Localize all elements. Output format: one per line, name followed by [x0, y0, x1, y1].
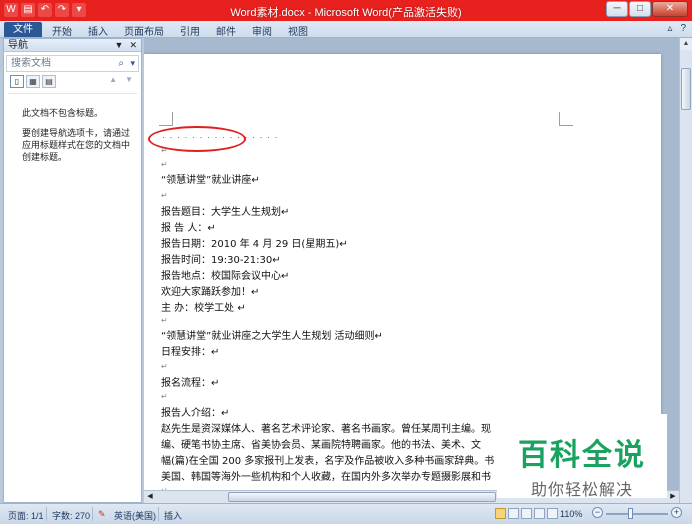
nav-no-headings-message: 此文档不包含标题。	[22, 108, 104, 118]
nav-view-tabs: ▯ ▦ ▤ ▲ ▼	[10, 75, 135, 90]
paragraph-mark: ↵	[161, 146, 168, 155]
paragraph-mark: ↵	[161, 316, 168, 325]
zoom-level[interactable]: 110%	[560, 509, 582, 519]
tab-insert[interactable]: 插入	[88, 23, 108, 38]
tab-mailings[interactable]: 邮件	[216, 23, 236, 38]
doc-line: “领慧讲堂”就业讲座之大学生人生规划 活动细则↵	[161, 331, 383, 342]
minimize-button[interactable]: ─	[606, 1, 628, 17]
proofing-icon[interactable]: ✎	[98, 509, 106, 520]
search-dropdown-icon[interactable]: ▾	[130, 56, 135, 71]
tab-home[interactable]: 开始	[52, 23, 72, 38]
pages-view-icon[interactable]: ▦	[26, 75, 40, 88]
doc-line: 报告时间：19:30-21:30↵	[161, 255, 281, 266]
status-divider	[158, 507, 159, 521]
outline-view-icon[interactable]	[534, 508, 545, 519]
previous-arrow-icon[interactable]: ▲	[109, 75, 117, 84]
navigation-pane: 导航 ▼ ✕ 搜索文档 ⌕ ▾ ▯ ▦ ▤ ▲ ▼ 此文档不包含标题。 要创建导…	[3, 38, 142, 503]
view-buttons	[495, 508, 558, 519]
horizontal-scroll-thumb[interactable]	[228, 492, 496, 502]
doc-line: 报告地点：校国际会议中心↵	[161, 271, 290, 282]
zoom-out-button[interactable]: −	[592, 507, 603, 518]
nav-search-input[interactable]: 搜索文档 ⌕ ▾	[6, 55, 139, 72]
doc-line: 日程安排：↵	[161, 347, 220, 358]
doc-line: 报 告 人：↵	[161, 223, 216, 234]
doc-line: 报告人介绍：↵	[161, 408, 230, 419]
tab-file[interactable]: 文件	[4, 22, 42, 37]
doc-line: “领慧讲堂”就业讲座↵	[161, 175, 260, 186]
tab-view[interactable]: 视图	[288, 23, 308, 38]
doc-line: 报告日期：2010 年 4 月 29 日(星期五)↵	[161, 239, 348, 250]
draft-view-icon[interactable]	[547, 508, 558, 519]
nav-divider	[8, 93, 137, 94]
ribbon-tab-bar: 文件 开始 插入 页面布局 引用 邮件 审阅 视图 ▵ ?	[0, 21, 692, 38]
nav-close-icon[interactable]: ✕	[129, 39, 137, 52]
paragraph-mark: ↵	[161, 392, 168, 401]
nav-options-dropdown-icon[interactable]: ▼	[115, 39, 124, 52]
doc-line: 报告题目：大学生人生规划↵	[161, 207, 290, 218]
ribbon-tabs: 开始 插入 页面布局 引用 邮件 审阅 视图	[52, 23, 308, 38]
paragraph-mark: ↵	[161, 362, 168, 371]
help-icon[interactable]: ?	[680, 23, 686, 34]
window-title: Word素材.docx - Microsoft Word(产品激活失败)	[230, 7, 462, 19]
language[interactable]: 英语(美国)	[114, 509, 156, 522]
doc-line: 报名流程：↵	[161, 378, 220, 389]
paragraph-mark: ↵	[161, 191, 168, 200]
title-bar: W ▤ ↶ ↷ ▾ Word素材.docx - Microsoft Word(产…	[0, 0, 692, 21]
results-view-icon[interactable]: ▤	[42, 75, 56, 88]
search-icon[interactable]: ⌕	[118, 56, 124, 71]
nav-header: 导航 ▼ ✕	[4, 39, 141, 52]
collapse-ribbon-icon[interactable]: ▵	[667, 23, 672, 34]
tab-references[interactable]: 引用	[180, 23, 200, 38]
doc-line: 美国、韩国等海外一些机构和个人收藏，在国内外多次举办专题摄影展和书	[161, 472, 491, 483]
nav-help-message: 要创建导航选项卡，请通过应用标题样式在您的文档中创建标题。	[22, 128, 131, 162]
insert-mode[interactable]: 插入	[164, 509, 182, 522]
zoom-in-button[interactable]: +	[671, 507, 682, 518]
scroll-left-arrow-icon[interactable]: ◀	[144, 491, 156, 503]
next-arrow-icon[interactable]: ▼	[125, 75, 133, 84]
tab-page-layout[interactable]: 页面布局	[124, 23, 164, 38]
watermark-subtitle: 助你轻松解决	[530, 480, 633, 499]
word-count[interactable]: 字数: 270	[52, 509, 90, 522]
doc-line: 主 办：校学工处 ↵	[161, 303, 246, 314]
headings-view-icon[interactable]: ▯	[10, 75, 24, 88]
margin-mark-right	[559, 112, 573, 126]
tab-review[interactable]: 审阅	[252, 23, 272, 38]
vertical-scrollbar[interactable]: ▲	[679, 38, 692, 503]
paragraph-mark: ↵	[161, 160, 168, 169]
full-screen-reading-icon[interactable]	[508, 508, 519, 519]
close-button[interactable]: ✕	[652, 1, 688, 17]
zoom-slider[interactable]	[606, 513, 668, 515]
scroll-up-arrow-icon[interactable]: ▲	[680, 38, 692, 50]
status-divider	[46, 507, 47, 521]
print-layout-icon[interactable]	[495, 508, 506, 519]
page-count[interactable]: 页面: 1/1	[8, 509, 44, 522]
maximize-button[interactable]: □	[629, 1, 651, 17]
watermark: 百科全说 助你轻松解决	[497, 414, 667, 499]
vertical-scroll-thumb[interactable]	[681, 68, 691, 110]
scroll-right-arrow-icon[interactable]: ▶	[667, 491, 679, 503]
margin-mark-left	[159, 112, 173, 126]
doc-line: 幅(篇)在全国 200 多家报刊上发表，名字及作品被收入多种书画家辞典。书	[161, 456, 495, 467]
zoom-slider-thumb[interactable]	[628, 508, 634, 519]
nav-title: 导航	[8, 40, 28, 51]
ribbon-right-controls: ▵ ?	[667, 23, 686, 34]
web-layout-icon[interactable]	[521, 508, 532, 519]
doc-line: 编、硬笔书协主席、省美协会员、某画院特聘画家。他的书法、美术、文	[161, 440, 481, 451]
nav-search-placeholder: 搜索文档	[11, 58, 51, 69]
watermark-title: 百科全说	[518, 438, 646, 473]
doc-line: 欢迎大家踊跃参加！↵	[161, 287, 260, 298]
nav-arrows: ▲ ▼	[109, 75, 133, 84]
window-controls: ─ □ ✕	[606, 1, 688, 17]
status-bar: 页面: 1/1 字数: 270 ✎ 英语(美国) 插入 110% − +	[0, 503, 692, 524]
doc-line: 赵先生是资深媒体人、著名艺术评论家、著名书画家。曾任某周刊主编。现	[161, 424, 491, 435]
status-divider	[92, 507, 93, 521]
